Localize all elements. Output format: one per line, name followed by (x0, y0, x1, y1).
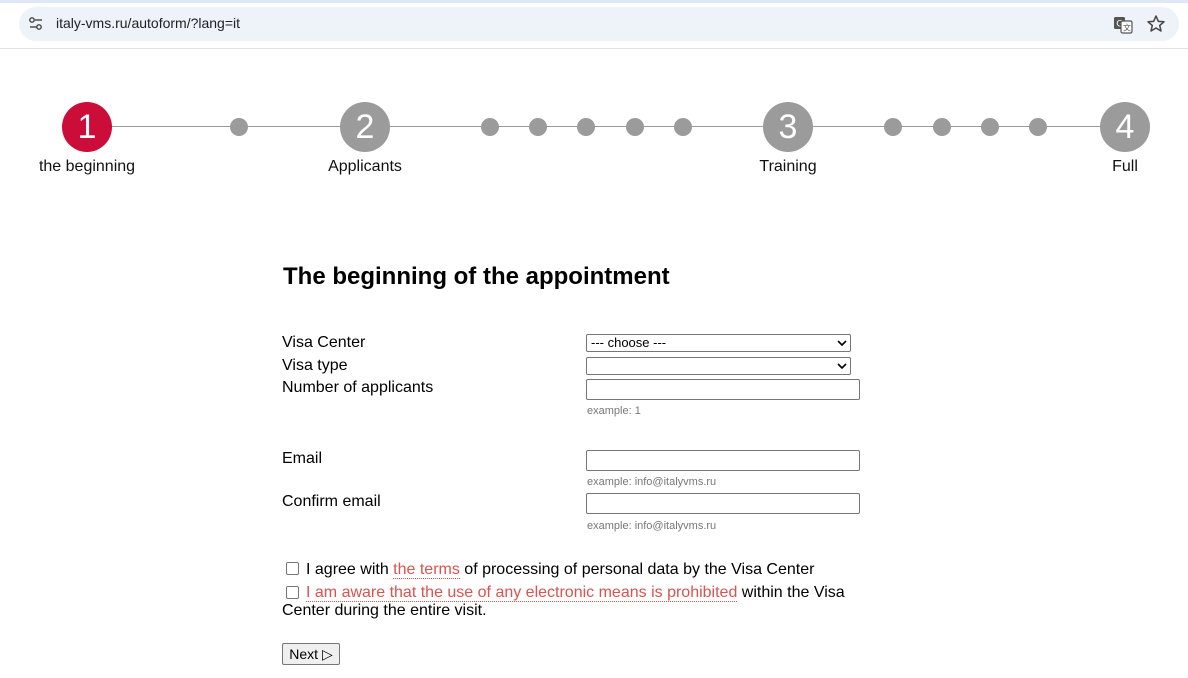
site-info-icon[interactable] (27, 15, 45, 33)
step-dot (481, 118, 499, 136)
star-icon[interactable] (1146, 14, 1166, 34)
step-3-label: Training (759, 158, 817, 175)
translate-icon[interactable]: G 文 (1113, 15, 1133, 35)
step-3-circle: 3 (763, 102, 813, 152)
electronic-means-link[interactable]: I am aware that the use of any electroni… (306, 584, 738, 602)
visa-type-label: Visa type (282, 357, 348, 374)
chevron-down-icon (837, 340, 847, 347)
agree-terms-before: I agree with (306, 561, 394, 578)
svg-text:文: 文 (1123, 23, 1131, 33)
step-dot (1029, 118, 1047, 136)
url-text[interactable]: italy-vms.ru/autoform/?lang=it (56, 15, 240, 31)
next-button[interactable]: Next ▷ (282, 643, 340, 665)
agree-terms-text: I agree with the terms of processing of … (306, 561, 814, 579)
confirm-email-hint: example: info@italyvms.ru (587, 520, 717, 532)
tab-strip-edge (0, 0, 1188, 3)
browser-toolbar: italy-vms.ru/autoform/?lang=it G 文 (0, 0, 1188, 49)
step-dot (674, 118, 692, 136)
hint-prefix: example: (587, 405, 635, 417)
step-dot (981, 118, 999, 136)
step-dot (884, 118, 902, 136)
confirm-email-label: Confirm email (282, 493, 381, 510)
applicants-label: Number of applicants (282, 379, 434, 396)
page-title: The beginning of the appointment (283, 263, 670, 290)
visa-center-selected: --- choose --- (591, 335, 667, 350)
step-4-label: Full (1112, 158, 1138, 175)
applicants-hint: example: 1 (587, 405, 641, 417)
step-dot (529, 118, 547, 136)
step-4-circle: 4 (1100, 102, 1150, 152)
progress-stepper: 1 2 3 4 the beginning Applicants Trainin… (0, 48, 1188, 198)
agree-terms-after: of processing of personal data by the Vi… (459, 561, 815, 578)
step-dot (933, 118, 951, 136)
visa-type-select[interactable] (586, 357, 851, 375)
applicants-input[interactable] (586, 379, 860, 400)
step-dot (626, 118, 644, 136)
visa-center-label: Visa Center (282, 334, 366, 351)
step-dot (230, 118, 248, 136)
step-2-label: Applicants (328, 158, 402, 175)
step-2-circle: 2 (340, 102, 390, 152)
terms-link[interactable]: the terms (393, 561, 460, 579)
agree-electronic-text: I am aware that the use of any electroni… (282, 584, 862, 620)
visa-center-select[interactable]: --- choose --- (586, 334, 851, 352)
email-input[interactable] (586, 450, 860, 471)
agree-terms-checkbox[interactable] (286, 562, 299, 575)
step-1-circle: 1 (62, 102, 112, 152)
step-dot (577, 118, 595, 136)
chevron-down-icon (837, 363, 847, 370)
email-hint: example: info@italyvms.ru (587, 476, 717, 488)
hint-value: 1 (634, 405, 641, 417)
email-label: Email (282, 450, 323, 467)
confirm-email-input[interactable] (586, 493, 860, 514)
address-bar[interactable]: italy-vms.ru/autoform/?lang=it G 文 (19, 7, 1179, 41)
step-1-label: the beginning (38, 158, 136, 175)
